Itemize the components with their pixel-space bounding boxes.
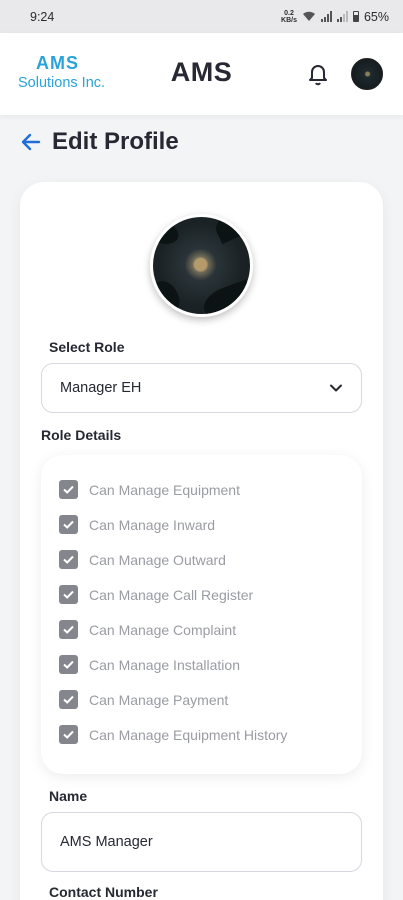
name-label: Name [49,788,88,804]
permission-item[interactable]: Can Manage Outward [41,542,362,577]
checkbox-checked[interactable] [59,620,78,639]
name-input[interactable]: AMS Manager [41,812,362,872]
checkbox-checked[interactable] [59,480,78,499]
check-icon [63,695,74,704]
permission-item[interactable]: Can Manage Inward [41,507,362,542]
permission-item[interactable]: Can Manage Complaint [41,612,362,647]
permission-item[interactable]: Can Manage Equipment [41,472,362,507]
photo-foliage [153,276,185,314]
permission-label: Can Manage Equipment History [89,726,288,743]
profile-photo[interactable] [150,214,253,317]
status-bar: 9:24 0.2 KB/s 65% [0,0,403,33]
check-icon [63,625,74,634]
photo-foliage [199,279,250,314]
edit-profile-card: Select Role Manager EH Role Details Can … [20,182,383,900]
contact-number-label: Contact Number [49,884,158,900]
check-icon [63,485,74,494]
check-icon [63,520,74,529]
chevron-down-icon [330,384,342,392]
permission-label: Can Manage Complaint [89,621,237,638]
permission-label: Can Manage Call Register [89,586,254,603]
notification-bell-icon[interactable] [306,61,330,87]
app-header: AMS Solutions Inc. AMS [0,33,403,115]
user-avatar[interactable] [351,58,383,90]
permission-label: Can Manage Payment [89,691,229,708]
checkbox-checked[interactable] [59,655,78,674]
permission-label: Can Manage Outward [89,551,226,568]
permission-label: Can Manage Inward [89,516,216,533]
back-arrow-icon[interactable] [20,131,42,153]
role-select[interactable]: Manager EH [41,363,362,413]
check-icon [63,555,74,564]
network-speed: 0.2 KB/s [281,9,297,24]
signal-icon-2 [336,11,348,22]
check-icon [63,730,74,739]
battery-icon [352,11,359,22]
checkbox-checked[interactable] [59,550,78,569]
check-icon [63,590,74,599]
checkbox-checked[interactable] [59,585,78,604]
permission-item[interactable]: Can Manage Payment [41,682,362,717]
page-title: Edit Profile [52,128,179,155]
signal-icon [320,11,332,22]
battery-percent: 65% [363,9,389,24]
checkbox-checked[interactable] [59,515,78,534]
role-details-box: Can Manage Equipment Can Manage Inward C… [41,455,362,774]
permission-item[interactable]: Can Manage Call Register [41,577,362,612]
name-input-value: AMS Manager [60,834,153,850]
clock: 9:24 [30,9,55,24]
select-role-label: Select Role [49,339,125,355]
logo-top-text: AMS [36,53,79,73]
role-details-label: Role Details [41,427,122,443]
permission-item[interactable]: Can Manage Equipment History [41,717,362,752]
permission-label: Can Manage Installation [89,656,240,673]
permission-item[interactable]: Can Manage Installation [41,647,362,682]
logo-bottom-text: Solutions Inc. [18,75,106,91]
checkbox-checked[interactable] [59,690,78,709]
status-icons: 0.2 KB/s 65% [281,10,389,24]
check-icon [63,660,74,669]
checkbox-checked[interactable] [59,725,78,744]
wifi-icon [302,11,315,21]
photo-foliage [153,217,182,249]
permission-label: Can Manage Equipment [89,481,240,498]
role-select-value: Manager EH [60,380,142,396]
photo-foliage [211,217,250,245]
company-logo[interactable]: AMS Solutions Inc. [16,53,112,97]
page-heading: Edit Profile [20,128,179,156]
